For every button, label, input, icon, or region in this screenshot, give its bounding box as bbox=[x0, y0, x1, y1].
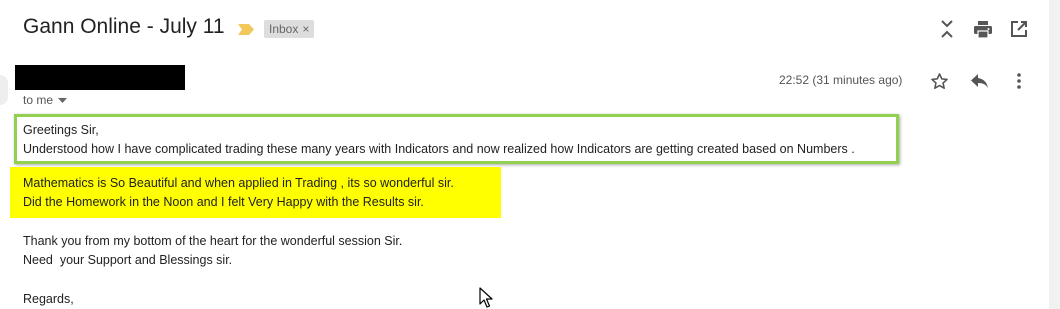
scrollbar[interactable] bbox=[1049, 0, 1060, 309]
green-highlight-box: Greetings Sir, Understood how I have com… bbox=[14, 114, 899, 164]
body-line: Understood how I have complicated tradin… bbox=[23, 142, 855, 156]
remove-label-icon[interactable]: × bbox=[302, 20, 309, 38]
body-line: Need your Support and Blessings sir. bbox=[23, 253, 233, 267]
label-chip-text: Inbox bbox=[269, 22, 299, 36]
mouse-cursor-icon bbox=[479, 287, 493, 308]
body-greeting: Greetings Sir, bbox=[23, 123, 99, 137]
body-closing: Regards, bbox=[23, 292, 74, 306]
avatar[interactable] bbox=[0, 75, 8, 105]
recipient-details-toggle[interactable]: to me bbox=[23, 93, 68, 107]
label-chip-inbox: Inbox × bbox=[264, 20, 315, 38]
open-in-new-window-icon[interactable] bbox=[1008, 18, 1030, 40]
print-icon[interactable] bbox=[972, 18, 994, 40]
body-line: Mathematics is So Beautiful and when app… bbox=[23, 176, 454, 190]
important-marker-icon[interactable] bbox=[238, 24, 254, 35]
star-icon[interactable] bbox=[928, 70, 950, 92]
recipient-text: to me bbox=[23, 93, 54, 107]
sender-name-redacted bbox=[15, 65, 185, 90]
body-line: Thank you from my bottom of the heart fo… bbox=[23, 234, 403, 248]
yellow-highlight-box: Mathematics is So Beautiful and when app… bbox=[10, 167, 501, 218]
email-timestamp: 22:52 (31 minutes ago) bbox=[779, 73, 903, 87]
chevron-down-icon bbox=[58, 97, 68, 103]
reply-icon[interactable] bbox=[968, 70, 990, 92]
email-subject: Gann Online - July 11 bbox=[23, 15, 225, 38]
body-line: Did the Homework in the Noon and I felt … bbox=[23, 195, 424, 209]
expand-collapse-icon[interactable] bbox=[936, 18, 958, 40]
more-vert-icon[interactable] bbox=[1008, 70, 1030, 92]
body-paragraph: Thank you from my bottom of the heart fo… bbox=[23, 232, 402, 270]
